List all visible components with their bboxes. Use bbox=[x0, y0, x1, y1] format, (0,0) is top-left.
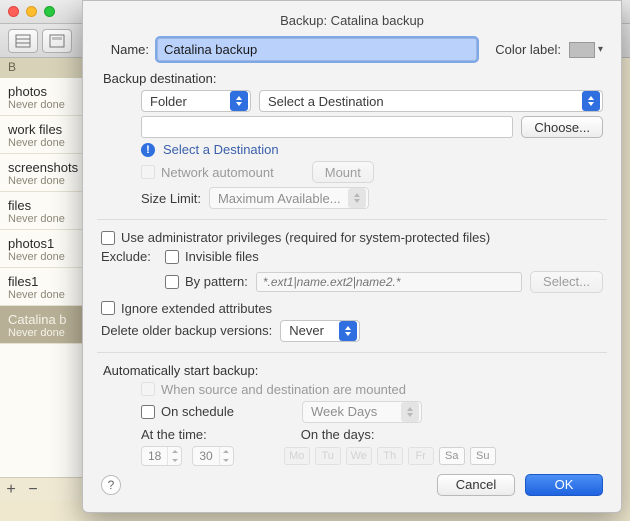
divider bbox=[97, 219, 607, 220]
popup-arrows-icon bbox=[348, 188, 366, 208]
zoom-icon[interactable] bbox=[44, 6, 55, 17]
schedule-frequency-popup: Week Days bbox=[302, 401, 422, 423]
by-pattern-checkbox[interactable]: By pattern: bbox=[165, 274, 248, 289]
color-label-picker[interactable]: ▾ bbox=[569, 42, 603, 58]
time-minute-stepper: 30 bbox=[192, 446, 233, 466]
day-th: Th bbox=[377, 447, 403, 465]
minimize-icon[interactable] bbox=[26, 6, 37, 17]
name-label: Name: bbox=[101, 42, 149, 57]
choose-button[interactable]: Choose... bbox=[521, 116, 603, 138]
delete-older-popup[interactable]: Never bbox=[280, 320, 360, 342]
toolbar-button-card[interactable] bbox=[42, 29, 72, 53]
ignore-extended-attributes-checkbox[interactable]: Ignore extended attributes bbox=[101, 301, 272, 316]
pattern-field[interactable] bbox=[256, 272, 522, 292]
sidebar-add-button[interactable]: + bbox=[0, 481, 22, 499]
toolbar-button-table[interactable] bbox=[8, 29, 38, 53]
day-fr: Fr bbox=[408, 447, 434, 465]
day-selector: Mo Tu We Th Fr Sa Su bbox=[284, 447, 496, 465]
size-limit-popup: Maximum Available... bbox=[209, 187, 369, 209]
destination-section-label: Backup destination: bbox=[103, 71, 603, 86]
time-hour-stepper: 18 bbox=[141, 446, 182, 466]
delete-older-label: Delete older backup versions: bbox=[101, 323, 272, 338]
day-sa: Sa bbox=[439, 447, 465, 465]
popup-arrows-icon bbox=[582, 91, 600, 111]
day-su: Su bbox=[470, 447, 496, 465]
info-icon: ! bbox=[141, 143, 155, 157]
close-icon[interactable] bbox=[8, 6, 19, 17]
pattern-select-button: Select... bbox=[530, 271, 603, 293]
color-label: Color label: bbox=[495, 42, 561, 57]
day-tu: Tu bbox=[315, 447, 341, 465]
popup-arrows-icon bbox=[339, 321, 357, 341]
sidebar-item-label: photos bbox=[8, 84, 91, 99]
ok-button[interactable]: OK bbox=[525, 474, 603, 496]
on-days-label: On the days: bbox=[301, 427, 375, 442]
at-time-label: At the time: bbox=[141, 427, 207, 442]
backup-settings-sheet: Backup: Catalina backup Name: Color labe… bbox=[82, 0, 622, 513]
color-swatch-icon bbox=[569, 42, 595, 58]
popup-arrows-icon bbox=[401, 402, 419, 422]
admin-privileges-checkbox[interactable]: Use administrator privileges (required f… bbox=[101, 230, 490, 245]
day-mo: Mo bbox=[284, 447, 310, 465]
cancel-button[interactable]: Cancel bbox=[437, 474, 515, 496]
help-button[interactable]: ? bbox=[101, 475, 121, 495]
size-limit-label: Size Limit: bbox=[141, 191, 201, 206]
popup-arrows-icon bbox=[230, 91, 248, 111]
name-field[interactable] bbox=[157, 38, 477, 61]
mount-button: Mount bbox=[312, 161, 374, 183]
on-schedule-checkbox[interactable]: On schedule bbox=[141, 404, 234, 419]
sidebar-remove-button[interactable]: − bbox=[22, 481, 44, 499]
destination-warning-text: Select a Destination bbox=[163, 142, 279, 157]
destination-select-popup[interactable]: Select a Destination bbox=[259, 90, 603, 112]
destination-path-field[interactable] bbox=[141, 116, 513, 138]
network-automount-checkbox: Network automount bbox=[141, 165, 274, 180]
destination-type-popup[interactable]: Folder bbox=[141, 90, 251, 112]
sidebar-item-sub: Never done bbox=[8, 99, 91, 111]
day-we: We bbox=[346, 447, 372, 465]
exclude-label: Exclude: bbox=[101, 249, 157, 264]
chevron-down-icon: ▾ bbox=[598, 44, 603, 55]
auto-start-section-label: Automatically start backup: bbox=[103, 363, 603, 378]
divider bbox=[97, 352, 607, 353]
invisible-files-checkbox[interactable]: Invisible files bbox=[165, 249, 259, 264]
when-mounted-checkbox: When source and destination are mounted bbox=[141, 382, 406, 397]
sheet-title: Backup: Catalina backup bbox=[101, 13, 603, 28]
